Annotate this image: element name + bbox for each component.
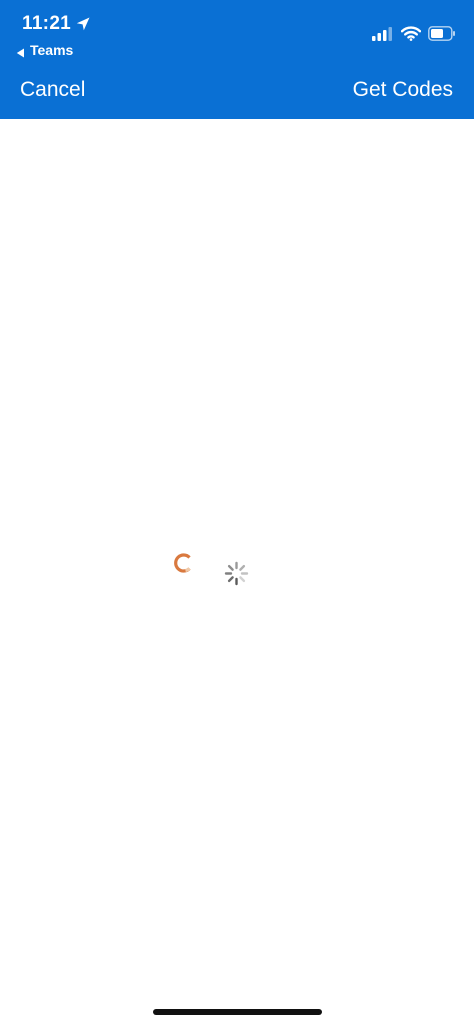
home-indicator[interactable] [153,1009,322,1015]
status-icons [372,26,456,41]
cancel-button[interactable]: Cancel [20,78,85,102]
battery-icon [428,26,456,41]
back-caret-icon [16,45,25,58]
gray-activity-spinner-icon [224,561,249,586]
location-arrow-icon [75,16,91,32]
screen: 11:21 Teams Cancel Get Codes [0,0,474,1026]
status-time-group: 11:21 [22,13,91,35]
status-time: 11:21 [22,13,72,34]
signal-icon [372,26,394,41]
back-app-label: Teams [30,42,74,58]
back-to-app-link[interactable]: Teams [16,42,73,58]
get-codes-button[interactable]: Get Codes [353,78,453,102]
orange-ring-spinner-icon [173,553,193,573]
top-bar: 11:21 Teams Cancel Get Codes [0,0,474,119]
wifi-icon [400,26,422,41]
